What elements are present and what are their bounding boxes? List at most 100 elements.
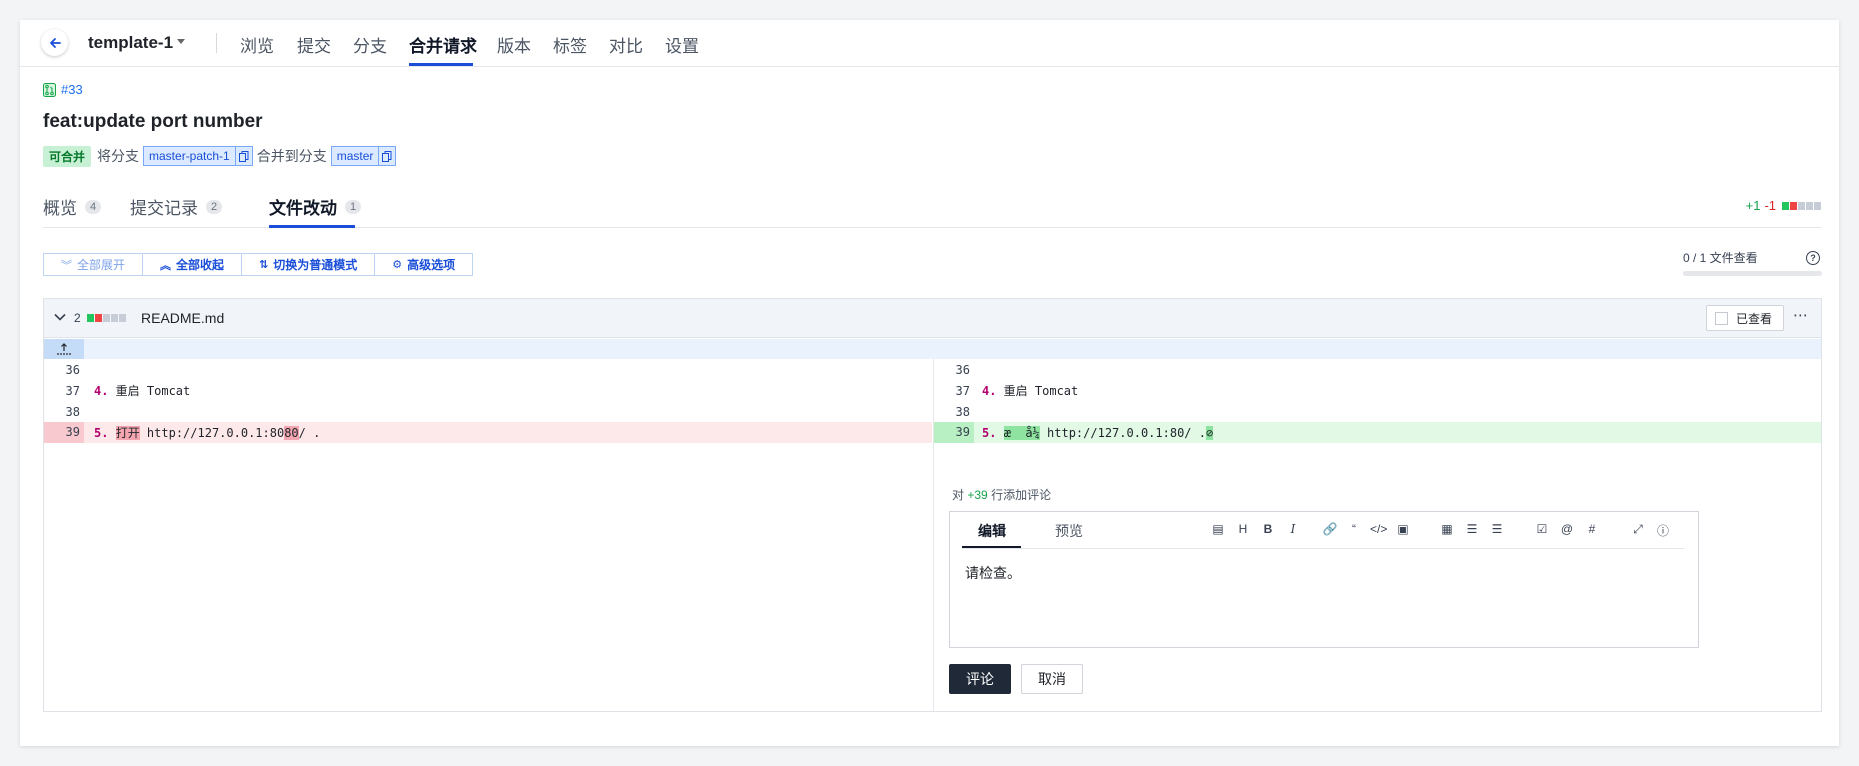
bold-icon[interactable]: B: [1260, 522, 1276, 536]
tab-merge-requests[interactable]: 合并请求: [409, 32, 477, 57]
diffstat-square: [95, 314, 102, 322]
line-number: 39: [934, 422, 974, 443]
quote-icon[interactable]: “: [1346, 522, 1362, 536]
collapse-all-label: 全部收起: [176, 258, 225, 272]
source-branch-tag[interactable]: master-patch-1: [143, 146, 253, 166]
mergeable-badge: 可合并: [43, 145, 92, 167]
target-branch-name[interactable]: master: [337, 149, 374, 163]
subtab-overview[interactable]: 概览 4: [43, 194, 102, 219]
diffstat-square: [87, 314, 94, 322]
advanced-options-button[interactable]: ⚙ 高级选项: [375, 254, 473, 275]
diffstat-square: [1806, 201, 1813, 210]
editor-tab-indicator: [962, 546, 1021, 548]
comment-textarea[interactable]: 请检查。: [965, 563, 1021, 583]
copy-icon[interactable]: [378, 147, 395, 165]
mention-icon[interactable]: @: [1559, 522, 1575, 536]
gear-icon: ⚙: [392, 259, 403, 271]
mr-number[interactable]: #33: [61, 82, 83, 97]
viewed-label: 已查看: [1736, 311, 1773, 326]
diffstat-square: [1814, 201, 1821, 210]
into-branch-label: 合并到分支: [256, 148, 327, 164]
code-text: 重启 Tomcat: [108, 384, 191, 398]
chevron-down-icon[interactable]: [177, 39, 185, 44]
table-icon[interactable]: ▦: [1439, 522, 1455, 536]
sliders-icon: ⇅: [259, 259, 269, 271]
active-subtab-indicator: [269, 225, 355, 228]
tab-compare[interactable]: 对比: [609, 32, 643, 57]
submit-comment-button[interactable]: 评论: [949, 664, 1011, 694]
expand-all-button[interactable]: ︾ 全部展开: [44, 254, 144, 275]
hash-icon[interactable]: #: [1584, 522, 1600, 536]
repo-name[interactable]: template-1: [88, 33, 173, 53]
link-icon[interactable]: 🔗: [1322, 522, 1338, 536]
expand-all-label: 全部展开: [77, 258, 126, 272]
list-number: 5.: [982, 425, 997, 440]
comment-label: 对 +39 行添加评论: [952, 486, 1051, 503]
comment-label-prefix: 对: [952, 488, 965, 502]
list-number: 4.: [94, 384, 109, 398]
tab-settings[interactable]: 设置: [665, 32, 699, 57]
subtab-files-changed[interactable]: 文件改动 1: [269, 194, 362, 219]
target-branch-tag[interactable]: master: [330, 146, 397, 166]
viewed-checkbox[interactable]: 已查看: [1706, 305, 1784, 331]
italic-icon[interactable]: I: [1285, 522, 1301, 536]
file-name[interactable]: README.md: [141, 310, 224, 326]
line-number: 37: [65, 383, 80, 398]
double-chevron-down-icon: ︾: [61, 259, 72, 272]
diffstat-square: [119, 314, 126, 322]
tab-branches[interactable]: 分支: [353, 32, 387, 57]
list-number: 4.: [982, 384, 997, 398]
checkbox[interactable]: [1715, 311, 1728, 325]
added-highlight: æ å¼: [1003, 425, 1040, 440]
diff-line: 38: [44, 401, 932, 422]
advanced-options-label: 高级选项: [407, 258, 456, 272]
deleted-highlight: 80: [284, 426, 299, 440]
task-list-icon[interactable]: ☑: [1534, 522, 1550, 536]
heading-icon[interactable]: H: [1235, 522, 1251, 536]
expand-up-button[interactable]: [44, 339, 84, 359]
file-header[interactable]: 2 README.md 已查看 ⋯: [44, 299, 1821, 338]
merge-request-icon: [43, 82, 56, 97]
tab-preview[interactable]: 预览: [1055, 521, 1083, 541]
count-badge: 2: [206, 199, 223, 214]
copy-icon[interactable]: [234, 147, 252, 165]
deleted-line[interactable]: 39 5. 打开 http://127.0.0.1:8080/ .: [44, 422, 932, 443]
file-template-icon[interactable]: ▤: [1210, 522, 1226, 536]
back-button[interactable]: [41, 29, 68, 56]
viewed-progress-bar: [1683, 271, 1822, 276]
diffstat-square: [111, 314, 118, 322]
code-icon[interactable]: </>: [1370, 522, 1387, 536]
code-text: http://127.0.0.1:80: [139, 426, 285, 440]
diff-line: 37 4. 重启 Tomcat: [934, 380, 1821, 401]
ordered-list-icon[interactable]: ☰: [1464, 522, 1480, 536]
more-icon[interactable]: ⋯: [1793, 306, 1809, 324]
editor-tabs: 编辑 预览 ▤ H B I 🔗 “ </> ▣ ▦ ☰ ☰ ☑ @ # ⤢ ⓘ: [962, 512, 1684, 549]
subtab-label: 文件改动: [269, 199, 337, 218]
subtab-commits[interactable]: 提交记录 2: [130, 194, 223, 219]
source-branch-name[interactable]: master-patch-1: [149, 149, 230, 163]
top-nav: template-1 浏览 提交 分支 合并请求 版本 标签 对比 设置: [20, 20, 1839, 67]
switch-mode-button[interactable]: ⇅ 切换为普通模式: [242, 254, 376, 275]
comment-label-suffix: 行添加评论: [991, 488, 1052, 502]
fullscreen-icon[interactable]: ⤢: [1630, 522, 1646, 537]
added-line[interactable]: 39 5. æ å¼ http://127.0.0.1:80/ .⊘: [934, 422, 1821, 443]
deleted-highlight: 打开: [115, 426, 140, 440]
image-icon[interactable]: ▣: [1395, 522, 1411, 536]
tab-commits[interactable]: 提交: [297, 32, 331, 57]
diffstat: +1 -1: [1746, 198, 1822, 213]
arrow-up-icon: [57, 343, 71, 355]
unordered-list-icon[interactable]: ☰: [1489, 522, 1505, 536]
tab-browse[interactable]: 浏览: [240, 32, 274, 57]
chevron-down-icon[interactable]: [54, 311, 66, 325]
viewed-progress-text: 0 / 1 文件查看: [1683, 251, 1758, 265]
nav-divider: [216, 33, 217, 53]
help-icon[interactable]: ?: [1806, 251, 1820, 265]
tab-tags[interactable]: 标签: [553, 32, 587, 57]
tab-releases[interactable]: 版本: [497, 32, 531, 57]
tab-edit[interactable]: 编辑: [978, 521, 1006, 541]
collapse-all-button[interactable]: ︽ 全部收起: [143, 254, 243, 275]
diff-line: 37 4. 重启 Tomcat: [44, 380, 932, 401]
help-icon[interactable]: ⓘ: [1655, 522, 1671, 539]
cancel-button[interactable]: 取消: [1021, 664, 1083, 694]
